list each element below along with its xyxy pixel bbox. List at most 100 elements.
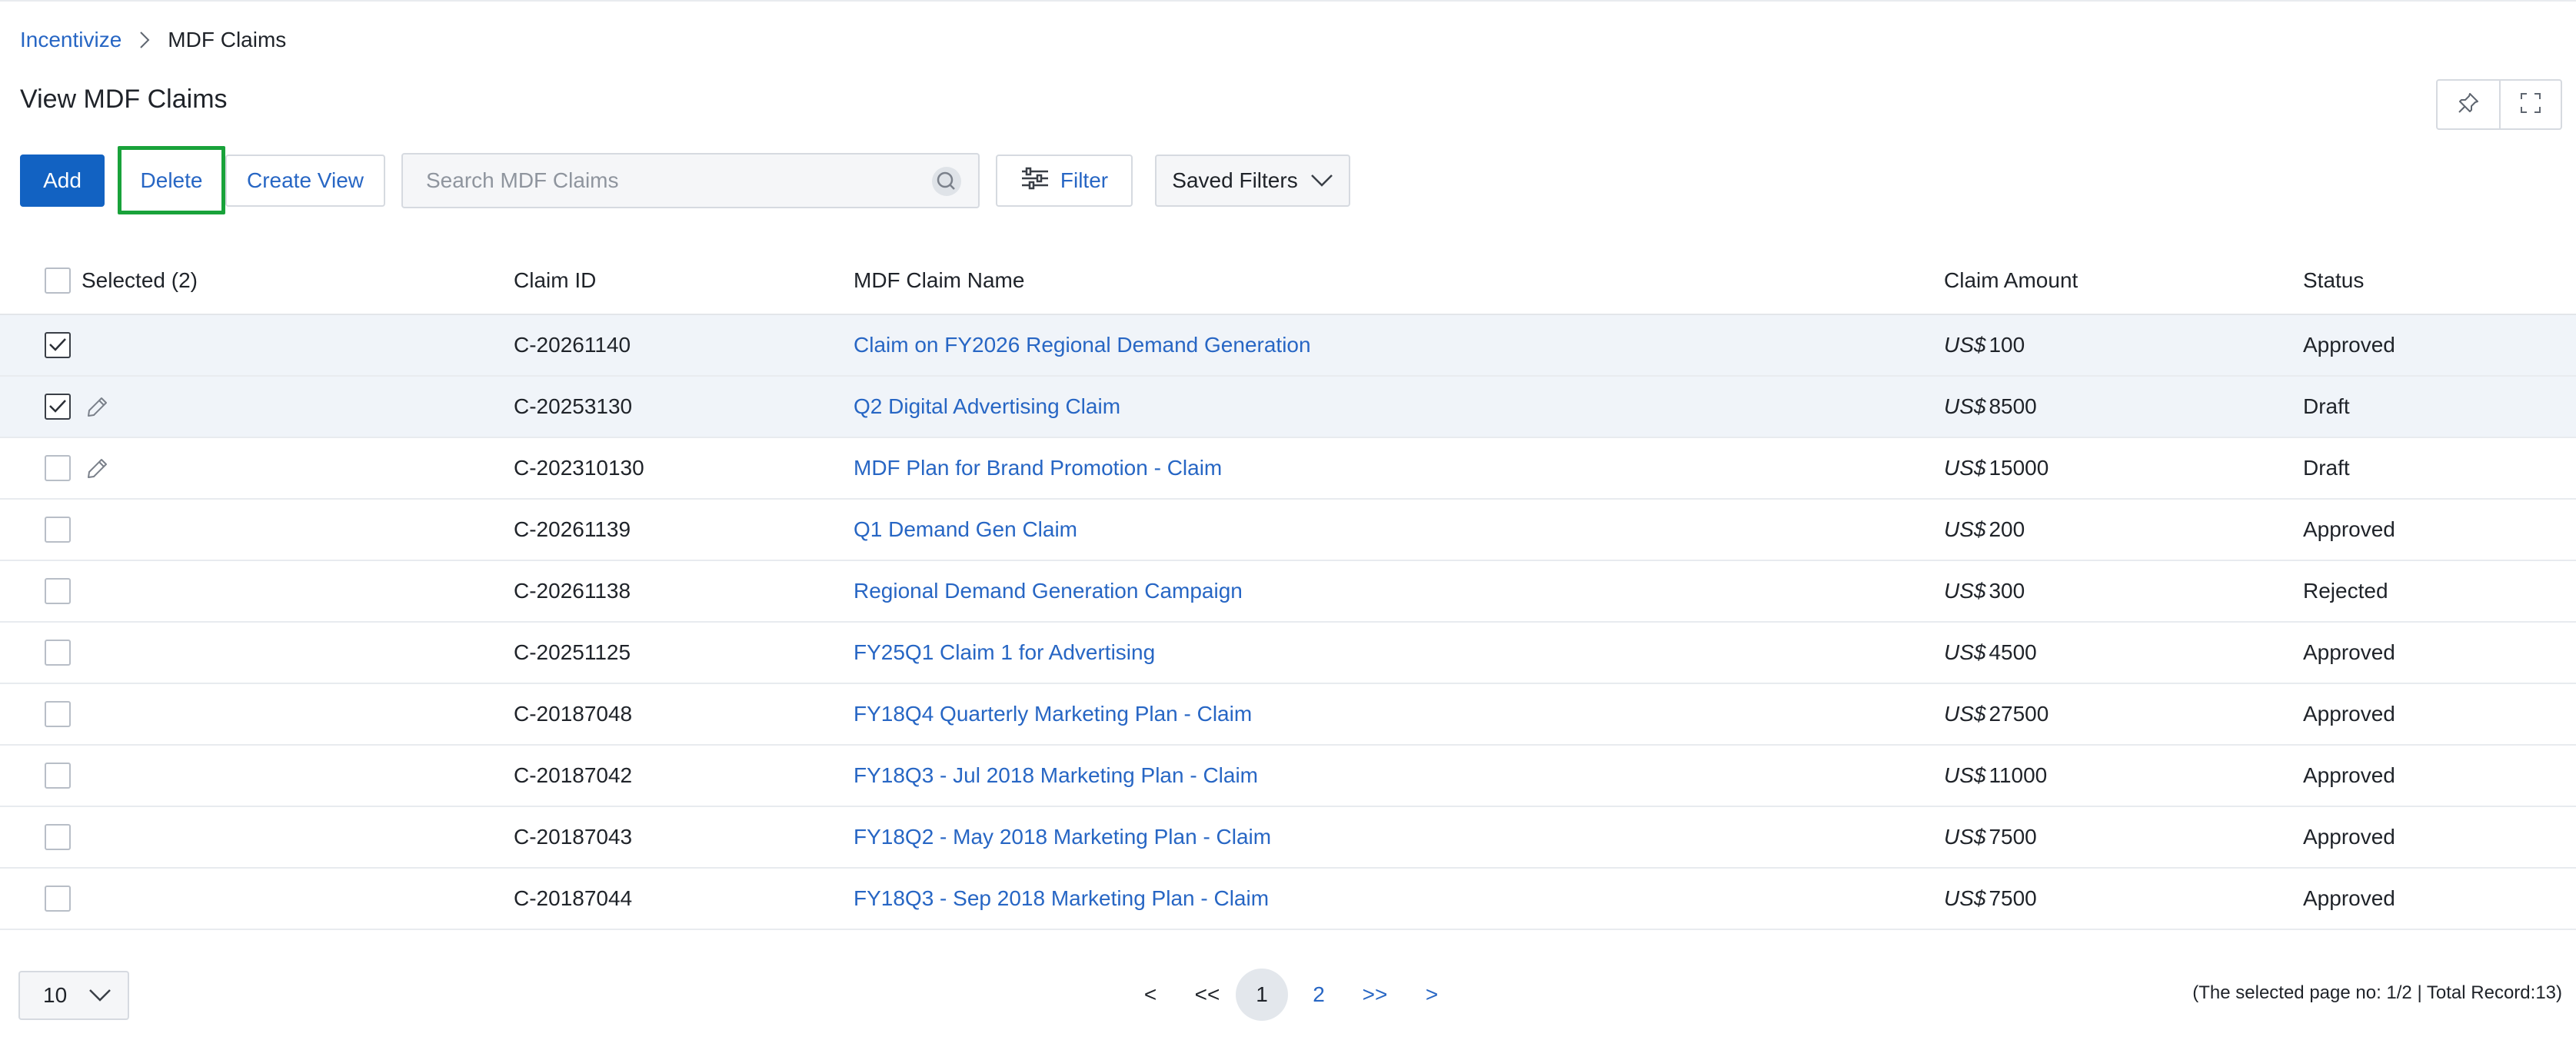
table-row[interactable]: C-202310130 MDF Plan for Brand Promotion … (0, 438, 2576, 500)
last-page-button[interactable]: >> (1352, 969, 1398, 1021)
fullscreen-button[interactable] (2498, 81, 2561, 128)
claim-name-link[interactable]: FY18Q3 - Sep 2018 Marketing Plan - Claim (854, 869, 1269, 929)
pencil-icon[interactable] (86, 377, 109, 437)
filter-label: Filter (1060, 168, 1109, 192)
claim-name-link[interactable]: FY18Q2 - May 2018 Marketing Plan - Claim (854, 807, 1271, 867)
next-page-button[interactable]: > (1416, 969, 1447, 1021)
claim-name-link[interactable]: FY18Q3 - Jul 2018 Marketing Plan - Claim (854, 746, 1258, 806)
table-row[interactable]: C-20261139 Q1 Demand Gen Claim US$ 200 Appro… (0, 500, 2576, 561)
table-row[interactable]: C-20187048 FY18Q4 Quarterly Marketing Pla… (0, 684, 2576, 746)
row-select-cell (45, 807, 71, 867)
row-select-cell (45, 684, 71, 744)
saved-filters-label: Saved Filters (1172, 168, 1298, 192)
row-select-cell (45, 561, 71, 621)
claim-amount-cell: US$ 200 (1944, 500, 2025, 560)
row-checkbox[interactable] (45, 517, 71, 543)
row-checkbox[interactable] (45, 394, 71, 420)
row-checkbox[interactable] (45, 824, 71, 850)
claim-id-cell: C-20187042 (514, 763, 633, 787)
claim-id-cell: C-20261140 (514, 333, 631, 357)
column-claim-id[interactable]: Claim ID (514, 248, 596, 314)
table-row[interactable]: C-20187042 FY18Q3 - Jul 2018 Marketing Pl… (0, 746, 2576, 807)
pencil-icon[interactable] (86, 438, 109, 498)
claim-id-cell: C-20187044 (514, 886, 633, 910)
row-checkbox[interactable] (45, 640, 71, 666)
claim-name-link[interactable]: Claim on FY2026 Regional Demand Generati… (854, 315, 1311, 375)
table-row[interactable]: C-20187044 FY18Q3 - Sep 2018 Marketing Pl… (0, 869, 2576, 930)
delete-button[interactable]: Delete (118, 146, 225, 214)
table-header: Selected (2) Claim ID MDF Claim Name Cla… (0, 248, 2576, 315)
top-divider (0, 0, 2576, 2)
row-checkbox[interactable] (45, 886, 71, 912)
add-button[interactable]: Add (20, 155, 105, 207)
column-claim-name[interactable]: MDF Claim Name (854, 248, 1024, 314)
status-cell: Approved (2303, 763, 2395, 787)
claim-name-link[interactable]: FY18Q4 Quarterly Marketing Plan - Claim (854, 684, 1252, 744)
row-checkbox[interactable] (45, 578, 71, 604)
first-page-button[interactable]: << (1184, 969, 1230, 1021)
claim-id-cell: C-20261139 (514, 517, 631, 541)
amount-value: 15000 (1989, 456, 2049, 480)
row-select-cell (45, 315, 71, 375)
claim-amount-cell: US$ 7500 (1944, 807, 2037, 867)
table-body: C-20261140 Claim on FY2026 Regional Deman… (0, 315, 2576, 930)
row-checkbox[interactable] (45, 763, 71, 789)
row-checkbox[interactable] (45, 332, 71, 358)
previous-page-button[interactable]: < (1135, 969, 1166, 1021)
page-size-select[interactable]: 10 (18, 971, 129, 1020)
table-row[interactable]: C-20261140 Claim on FY2026 Regional Deman… (0, 315, 2576, 377)
pin-button[interactable] (2438, 81, 2499, 128)
table-row[interactable]: C-20187043 FY18Q2 - May 2018 Marketing Pl… (0, 807, 2576, 869)
claim-id-cell: C-20261138 (514, 579, 631, 603)
claim-amount-cell: US$ 300 (1944, 561, 2025, 621)
table-row[interactable]: C-20251125 FY25Q1 Claim 1 for Advertising… (0, 623, 2576, 684)
chevron-right-icon (121, 26, 168, 54)
currency-label: US$ (1944, 394, 1986, 418)
claim-id-cell: C-20187043 (514, 825, 633, 849)
row-select-cell (45, 746, 71, 806)
claim-amount-cell: US$ 11000 (1944, 746, 2047, 806)
page-1-button[interactable]: 1 (1236, 969, 1288, 1021)
select-all-checkbox[interactable] (45, 267, 71, 294)
search-input[interactable] (403, 155, 926, 207)
amount-value: 11000 (1989, 763, 2048, 787)
table-row[interactable]: C-20253130 Q2 Digital Advertising Claim US… (0, 377, 2576, 438)
claim-name-link[interactable]: Regional Demand Generation Campaign (854, 561, 1243, 621)
status-cell: Approved (2303, 640, 2395, 664)
status-cell: Approved (2303, 517, 2395, 541)
claim-amount-cell: US$ 4500 (1944, 623, 2037, 683)
column-status[interactable]: Status (2303, 248, 2364, 314)
claim-name-link[interactable]: FY25Q1 Claim 1 for Advertising (854, 623, 1155, 683)
currency-label: US$ (1944, 702, 1986, 726)
search-icon[interactable] (930, 165, 963, 198)
row-select-cell (45, 438, 71, 498)
column-claim-amount[interactable]: Claim Amount (1944, 248, 2078, 314)
amount-value: 300 (1989, 579, 2025, 603)
currency-label: US$ (1944, 640, 1986, 664)
page-2-button[interactable]: 2 (1303, 969, 1334, 1021)
filter-button[interactable]: Filter (996, 155, 1133, 207)
row-checkbox[interactable] (45, 455, 71, 481)
claim-amount-cell: US$ 100 (1944, 315, 2025, 375)
amount-value: 7500 (1989, 825, 2037, 849)
table-row[interactable]: C-20261138 Regional Demand Generation Cam… (0, 561, 2576, 623)
row-checkbox[interactable] (45, 701, 71, 727)
sliders-icon (1020, 167, 1060, 195)
create-view-button[interactable]: Create View (225, 155, 385, 207)
amount-value: 100 (1989, 333, 2025, 357)
currency-label: US$ (1944, 333, 1986, 357)
saved-filters-dropdown[interactable]: Saved Filters (1155, 155, 1350, 207)
header-selected-cell: Selected (2) (45, 248, 198, 314)
chevron-down-icon (67, 983, 111, 1008)
amount-value: 8500 (1989, 394, 2037, 418)
row-select-cell (45, 623, 71, 683)
breadcrumb: Incentivize MDF Claims (20, 26, 286, 54)
status-cell: Approved (2303, 702, 2395, 726)
fullscreen-icon (2519, 91, 2542, 118)
claim-name-link[interactable]: Q1 Demand Gen Claim (854, 500, 1077, 560)
selected-count-label: Selected (2) (82, 268, 198, 292)
claim-name-link[interactable]: MDF Plan for Brand Promotion - Claim (854, 438, 1222, 498)
status-cell: Approved (2303, 886, 2395, 910)
claim-name-link[interactable]: Q2 Digital Advertising Claim (854, 377, 1120, 437)
breadcrumb-incentivize-link[interactable]: Incentivize (20, 28, 121, 52)
